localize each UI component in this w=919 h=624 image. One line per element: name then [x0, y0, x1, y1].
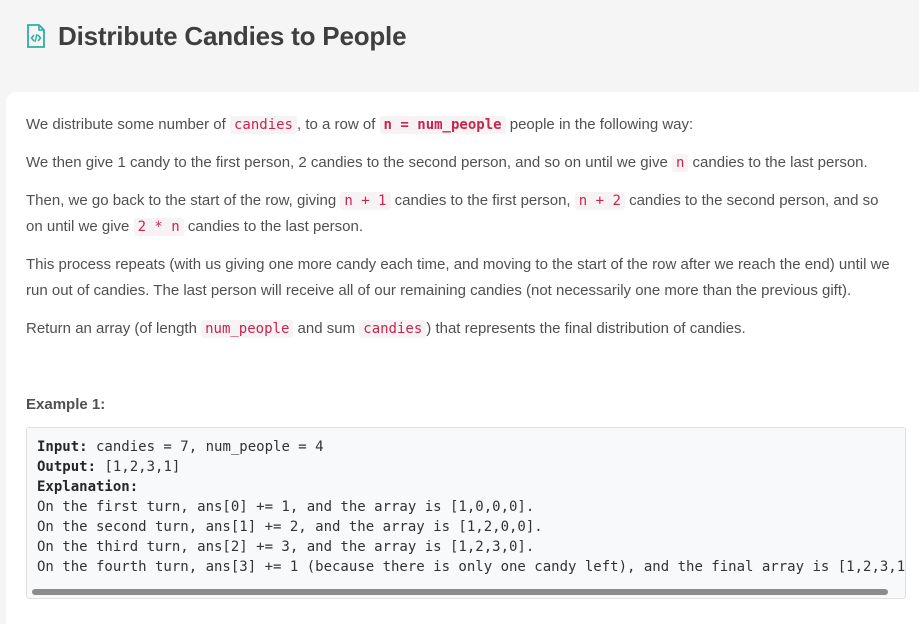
text-segment: people in the following way:: [505, 116, 694, 133]
horizontal-scrollbar[interactable]: [29, 587, 903, 596]
inline-code: candies: [359, 320, 427, 338]
description-paragraph-4: This process repeats (with us giving one…: [26, 256, 890, 299]
explanation-line: On the third turn, ans[2] += 3, and the …: [37, 539, 535, 555]
example-explanation-label-line: Explanation:: [37, 477, 905, 497]
description-paragraph-5: Return an array (of length num_people an…: [26, 316, 898, 342]
example-output-line: Output: [1,2,3,1]: [37, 457, 905, 477]
inline-code: 2 * n: [133, 218, 184, 236]
explanation-line: On the second turn, ans[1] += 2, and the…: [37, 519, 543, 535]
explanation-line: On the fourth turn, ans[3] += 1 (because…: [37, 559, 906, 575]
explanation-label: Explanation:: [37, 479, 139, 495]
description-paragraph-1: We distribute some number of candies, to…: [26, 112, 898, 138]
text-segment: Return an array (of length: [26, 320, 202, 337]
text-segment: Then, we go back to the start of the row…: [26, 192, 341, 209]
inline-code: n + 2: [574, 192, 625, 210]
output-value: [1,2,3,1]: [96, 459, 181, 475]
text-segment: candies to the first person,: [390, 192, 575, 209]
inline-code: n: [671, 154, 689, 172]
inline-code: candies: [229, 116, 297, 134]
input-value: candies = 7, num_people = 4: [87, 439, 324, 455]
page-title: Distribute Candies to People: [58, 21, 407, 51]
text-segment: candies to the last person.: [183, 218, 364, 235]
scrollbar-thumb[interactable]: [32, 589, 888, 595]
text-segment: , to a row of: [297, 116, 380, 133]
description-paragraph-3: Then, we go back to the start of the row…: [26, 188, 898, 240]
text-segment: We distribute some number of: [26, 116, 230, 133]
text-segment: candies to the last person.: [688, 154, 868, 171]
input-label: Input:: [37, 439, 88, 455]
inline-code: n + 1: [340, 192, 391, 210]
page-header: Distribute Candies to People: [0, 0, 919, 92]
example-input-line: Input: candies = 7, num_people = 4: [37, 437, 905, 457]
text-segment: ) that represents the final distribution…: [426, 320, 746, 337]
inline-code: num_people: [201, 320, 294, 338]
problem-description-card: We distribute some number of candies, to…: [6, 92, 919, 624]
explanation-line: On the first turn, ans[0] += 1, and the …: [37, 499, 535, 515]
text-segment: We then give 1 candy to the first person…: [26, 154, 672, 171]
text-segment: and sum: [293, 320, 360, 337]
description-paragraph-2: We then give 1 candy to the first person…: [26, 150, 898, 176]
problem-content: We distribute some number of candies, to…: [6, 92, 919, 599]
example-title: Example 1:: [26, 396, 106, 413]
code-document-icon: [27, 24, 45, 48]
example-code-block[interactable]: Input: candies = 7, num_people = 4 Output…: [26, 427, 906, 599]
inline-code: n = num_people: [379, 116, 506, 134]
output-label: Output:: [37, 459, 97, 475]
example-code-lines: Input: candies = 7, num_people = 4 Output…: [27, 428, 905, 577]
